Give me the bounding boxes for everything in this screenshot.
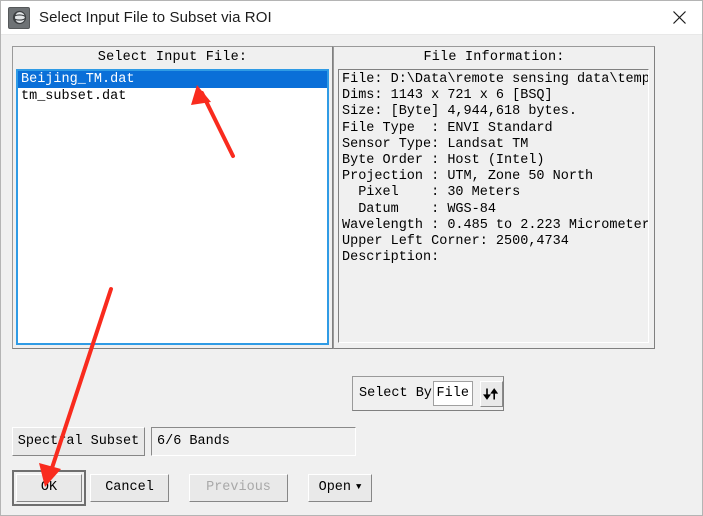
info-line: Upper Left Corner: 2500,4734 [342,234,569,250]
spectral-subset-button[interactable]: Spectral Subset [12,427,145,456]
open-button-group: Open ▼ [304,470,376,506]
file-panel-heading: Select Input File: [97,50,248,65]
info-line: File Type : ENVI Standard [342,120,553,136]
select-by-control: Select By File [352,376,504,411]
select-by-label: Select By [359,386,432,401]
file-list[interactable]: Beijing_TM.dat tm_subset.dat [16,69,329,345]
window-title: Select Input File to Subset via ROI [39,9,272,26]
list-item[interactable]: tm_subset.dat [18,88,327,105]
select-by-value[interactable]: File [432,381,473,406]
info-line: File: D:\Data\remote sensing data\temp_i… [342,72,649,87]
select-input-file-panel: Select Input File: Beijing_TM.dat tm_sub… [12,46,333,349]
ok-button[interactable]: OK [16,473,82,502]
spectral-subset-row: Spectral Subset 6/6 Bands [12,425,357,458]
info-line: Byte Order : Host (Intel) [342,153,545,169]
info-line: Sensor Type: Landsat TM [342,136,529,152]
info-line: Size: [Byte] 4,944,618 bytes. [342,104,577,120]
envi-globe-icon [8,6,30,29]
info-panel-heading: File Information: [423,50,565,65]
open-button-wrap: Open ▼ [304,470,376,506]
file-information-text: File: D:\Data\remote sensing data\temp_i… [338,69,649,343]
cancel-button-wrap: Cancel [86,470,173,506]
chevron-down-icon: ▼ [356,482,362,492]
file-information-panel: File Information: File: D:\Data\remote s… [333,46,655,349]
previous-button-wrap: Previous [185,470,292,506]
open-button[interactable]: Open ▼ [308,473,372,502]
up-down-arrows-icon[interactable] [479,380,503,407]
info-line: Datum : WGS-84 [342,201,496,217]
list-item[interactable]: Beijing_TM.dat [18,71,327,88]
info-line: Dims: 1143 x 721 x 6 [BSQ] [342,88,553,104]
ok-button-focus-ring: OK [12,469,86,506]
previous-button: Previous [189,473,288,502]
info-line: Wavelength : 0.485 to 2.223 Micrometers [342,217,649,233]
info-line: Pixel : 30 Meters [342,185,521,201]
cancel-button[interactable]: Cancel [90,473,169,502]
navigation-button-group: Previous [185,470,292,506]
primary-button-group: OK Cancel [12,469,173,506]
info-line: Projection : UTM, Zone 50 North [342,169,594,185]
close-icon[interactable] [656,1,702,33]
spectral-subset-value: 6/6 Bands [151,427,356,456]
open-button-label: Open [318,480,351,495]
title-bar: Select Input File to Subset via ROI [1,1,702,35]
info-line: Description: [342,250,440,266]
dialog-button-row: OK Cancel Previous Open ▼ [12,469,376,506]
select-input-file-dialog: Select Input File to Subset via ROI Sele… [0,0,703,516]
